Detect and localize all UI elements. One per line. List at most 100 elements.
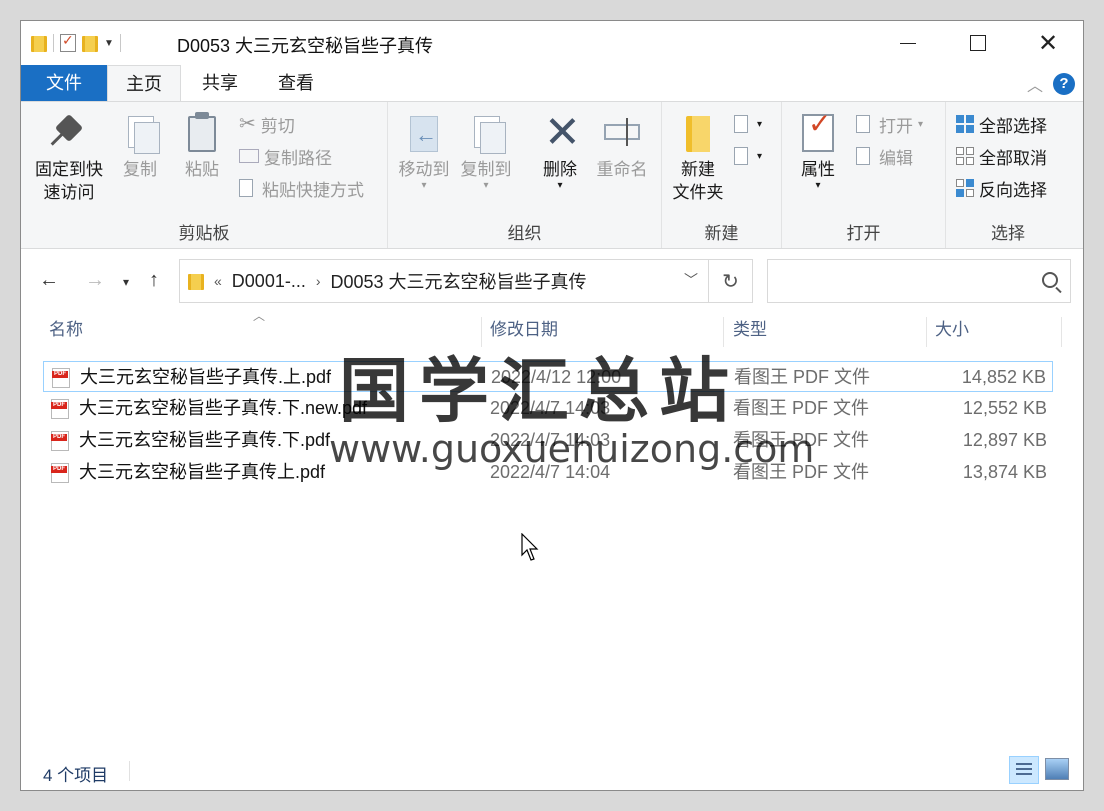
large-icons-view-icon[interactable] (1045, 758, 1069, 780)
minimize-button[interactable] (873, 21, 943, 65)
paste-button[interactable]: 粘贴 (177, 112, 227, 181)
collapse-ribbon-icon[interactable]: ︿ (1027, 72, 1043, 96)
file-name: 大三元玄空秘旨些子真传.下.new.pdf (79, 398, 368, 418)
invert-selection-button[interactable]: 反向选择 (956, 176, 1047, 200)
new-group: 新建 文件夹 ▾ ▾ 新建 (662, 102, 782, 248)
recent-locations-icon[interactable]: ▾ (123, 275, 129, 289)
help-icon[interactable]: ? (1053, 73, 1075, 95)
select-none-button[interactable]: 全部取消 (956, 144, 1047, 168)
breadcrumb-segment[interactable]: D0001-... (232, 271, 306, 292)
paste-shortcut-icon (239, 179, 257, 197)
new-folder-icon[interactable] (82, 34, 98, 52)
copy-path-icon (239, 149, 259, 163)
watermark-title: 国学汇总站 (339, 350, 739, 432)
overflow-chevron-icon[interactable]: « (214, 273, 222, 289)
easy-access-button[interactable]: ▾ (734, 144, 762, 168)
paste-label: 粘贴 (185, 160, 219, 179)
column-divider[interactable] (926, 317, 927, 347)
pdf-file-icon (51, 431, 69, 451)
copy-to-label: 复制到 (460, 160, 512, 179)
open-icon (856, 115, 874, 133)
customize-dropdown-icon[interactable]: ▼ (104, 38, 114, 49)
up-arrow-icon[interactable]: ↑ (149, 269, 159, 292)
copy-path-label: 复制路径 (264, 148, 332, 168)
back-arrow-icon[interactable]: ← (39, 269, 59, 292)
rename-label: 重命名 (596, 160, 648, 179)
close-icon: ✕ (1037, 29, 1059, 57)
properties-button[interactable]: 属性 ▾ (794, 112, 842, 191)
edit-icon (856, 147, 874, 165)
chevron-down-icon: ▾ (918, 118, 924, 130)
watermark-url: www.guoxuehuizong.com (329, 427, 815, 471)
forward-arrow-icon[interactable]: → (85, 269, 105, 292)
maximize-icon (970, 35, 986, 51)
copy-button[interactable]: 复制 (115, 112, 165, 181)
cut-button[interactable]: ✂ 剪切 (239, 112, 295, 136)
folder-icon (31, 34, 47, 52)
mouse-cursor-icon (521, 532, 541, 568)
select-all-label: 全部选择 (979, 116, 1047, 136)
pdf-file-icon (51, 399, 69, 419)
move-to-label: 移动到 (398, 160, 450, 179)
refresh-button[interactable]: ↻ (709, 259, 753, 303)
easy-access-icon (734, 147, 752, 165)
edit-button[interactable]: 编辑 (856, 144, 913, 168)
folder-icon (188, 272, 204, 290)
copy-to-button[interactable]: 复制到 ▾ (458, 112, 514, 191)
select-group: 全部选择 全部取消 反向选择 选择 (946, 102, 1070, 248)
pdf-file-icon (52, 368, 70, 388)
new-item-button[interactable]: ▾ (734, 112, 762, 136)
open-group: 属性 ▾ 打开 ▾ 编辑 打开 (782, 102, 946, 248)
invert-selection-label: 反向选择 (979, 180, 1047, 200)
quick-access-toolbar: ▼ (31, 31, 121, 55)
pdf-file-icon (51, 463, 69, 483)
paste-shortcut-button[interactable]: 粘贴快捷方式 (239, 176, 364, 200)
rename-button[interactable]: 重命名 (592, 112, 652, 181)
column-divider[interactable] (1061, 317, 1062, 347)
ribbon: 固定到快 速访问 复制 粘贴 ✂ 剪切 复制路径 粘贴快捷方式 剪贴板 ← 移动… (21, 101, 1083, 249)
tab-home[interactable]: 主页 (107, 65, 181, 102)
copy-path-button[interactable]: 复制路径 (239, 144, 332, 168)
select-none-icon (956, 147, 974, 165)
open-button[interactable]: 打开 ▾ (856, 112, 923, 136)
move-to-icon (406, 112, 442, 154)
rename-icon (604, 112, 640, 154)
chevron-right-icon[interactable]: › (316, 273, 321, 289)
refresh-icon: ↻ (722, 271, 739, 293)
window-title: D0053 大三元玄空秘旨些子真传 (177, 36, 434, 56)
item-count: 4 个项目 (43, 766, 109, 785)
column-header-name[interactable]: 名称 (49, 311, 83, 349)
divider (53, 34, 54, 52)
file-name: 大三元玄空秘旨些子真传上.pdf (79, 462, 326, 482)
maximize-button[interactable] (943, 21, 1013, 65)
navigation-bar: ← → ▾ ↑ « D0001-... › D0053 大三元玄空秘旨些子真传 … (21, 249, 1083, 311)
search-input[interactable] (767, 259, 1071, 303)
file-type: 看图王 PDF 文件 (734, 367, 871, 387)
pin-to-quick-access-button[interactable]: 固定到快 速访问 (31, 112, 107, 204)
address-bar[interactable]: « D0001-... › D0053 大三元玄空秘旨些子真传 ﹀ (179, 259, 709, 303)
tab-share[interactable]: 共享 (183, 65, 257, 102)
select-group-label: 选择 (991, 224, 1025, 243)
breadcrumb-segment[interactable]: D0053 大三元玄空秘旨些子真传 (331, 268, 587, 294)
copy-icon (122, 112, 160, 154)
pin-label-line1: 固定到快 (35, 160, 103, 179)
move-to-button[interactable]: 移动到 ▾ (396, 112, 452, 191)
properties-icon[interactable] (60, 32, 76, 52)
new-folder-button[interactable]: 新建 文件夹 (668, 112, 728, 204)
delete-icon: ✕ (544, 108, 581, 157)
chevron-down-icon[interactable]: ﹀ (684, 270, 698, 290)
delete-button[interactable]: ✕ 删除 ▾ (538, 108, 582, 191)
close-button[interactable]: ✕ (1013, 21, 1083, 65)
chevron-down-icon: ▾ (421, 180, 427, 191)
file-size: 12,552 KB (962, 398, 1047, 418)
tab-file[interactable]: 文件 (21, 65, 107, 102)
paste-shortcut-label: 粘贴快捷方式 (262, 180, 364, 200)
properties-label: 属性 (801, 160, 835, 179)
column-header-size[interactable]: 大小 (935, 311, 969, 349)
details-view-icon[interactable] (1009, 756, 1039, 784)
file-size: 14,852 KB (961, 367, 1046, 387)
select-all-button[interactable]: 全部选择 (956, 112, 1047, 136)
open-label: 打开 (879, 116, 913, 136)
tab-view[interactable]: 查看 (259, 65, 333, 102)
copy-to-icon (468, 112, 506, 154)
